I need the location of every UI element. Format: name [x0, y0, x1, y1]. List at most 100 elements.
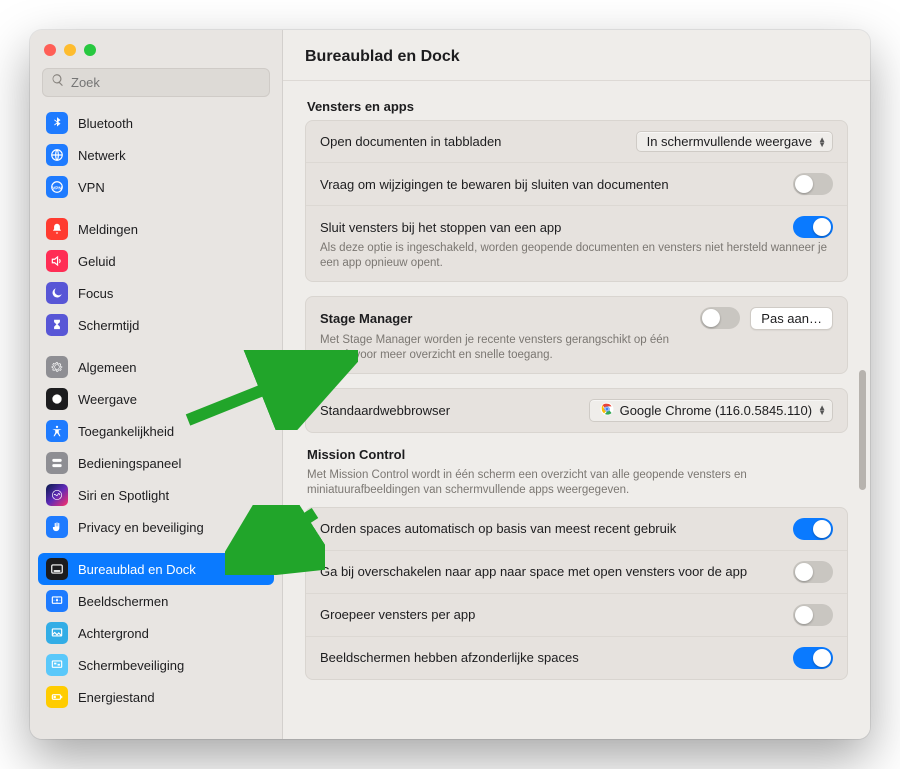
section-title-mission-control: Mission Control	[307, 447, 846, 462]
open-documents-value: In schermvullende weergave	[647, 134, 812, 149]
separate-spaces-toggle[interactable]	[793, 647, 833, 669]
open-documents-select[interactable]: In schermvullende weergave ▲▼	[636, 131, 833, 152]
moon-icon	[46, 282, 68, 304]
scrollbar-thumb[interactable]	[859, 370, 866, 490]
sidebar-item-label: Netwerk	[78, 148, 126, 163]
sidebar-item-beeldschermen[interactable]: Beeldschermen	[38, 585, 274, 617]
ask-save-toggle[interactable]	[793, 173, 833, 195]
sidebar-item-privacy-en-beveiliging[interactable]: Privacy en beveiliging	[38, 511, 274, 543]
sidebar-item-label: Achtergrond	[78, 626, 149, 641]
sidebar-item-label: Weergave	[78, 392, 137, 407]
section-desc-mission-control: Met Mission Control wordt in één scherm …	[307, 468, 846, 499]
sidebar-item-schermtijd[interactable]: Schermtijd	[38, 309, 274, 341]
sidebar-item-label: Toegankelijkheid	[78, 424, 174, 439]
switch-space-toggle[interactable]	[793, 561, 833, 583]
window-controls	[30, 30, 282, 64]
sidebar-item-netwerk[interactable]: Netwerk	[38, 139, 274, 171]
sidebar-item-weergave[interactable]: Weergave	[38, 383, 274, 415]
wallpaper-icon	[46, 622, 68, 644]
close-windows-label: Sluit vensters bij het stoppen van een a…	[320, 220, 779, 235]
row-close-windows: Sluit vensters bij het stoppen van een a…	[306, 206, 847, 281]
sidebar-item-label: Focus	[78, 286, 113, 301]
sidebar-item-focus[interactable]: Focus	[38, 277, 274, 309]
window-minimize-button[interactable]	[64, 44, 76, 56]
sidebar-item-toegankelijkheid[interactable]: Toegankelijkheid	[38, 415, 274, 447]
switch-space-label: Ga bij overschakelen naar app naar space…	[320, 564, 779, 579]
default-browser-value: Google Chrome (116.0.5845.110)	[620, 403, 812, 418]
stage-manager-customize-button[interactable]: Pas aan…	[750, 307, 833, 330]
updown-icon: ▲▼	[818, 137, 826, 147]
close-windows-sub: Als deze optie is ingeschakeld, worden g…	[320, 241, 833, 271]
siri-icon	[46, 484, 68, 506]
sidebar-item-siri-en-spotlight[interactable]: Siri en Spotlight	[38, 479, 274, 511]
sidebar-item-label: Geluid	[78, 254, 116, 269]
bell-icon	[46, 218, 68, 240]
sidebar-item-label: Schermtijd	[78, 318, 139, 333]
sidebar-item-geluid[interactable]: Geluid	[38, 245, 274, 277]
sidebar-item-vpn[interactable]: VPN VPN	[38, 171, 274, 203]
hourglass-icon	[46, 314, 68, 336]
sidebar-item-label: Beeldschermen	[78, 594, 168, 609]
sidebar-item-algemeen[interactable]: Algemeen	[38, 351, 274, 383]
sidebar-item-meldingen[interactable]: Meldingen	[38, 213, 274, 245]
sidebar-item-bedieningspaneel[interactable]: Bedieningspaneel	[38, 447, 274, 479]
close-windows-toggle[interactable]	[793, 216, 833, 238]
auto-rearrange-toggle[interactable]	[793, 518, 833, 540]
window-close-button[interactable]	[44, 44, 56, 56]
search-field[interactable]	[42, 68, 270, 97]
row-switch-space: Ga bij overschakelen naar app naar space…	[306, 551, 847, 594]
stage-manager-label: Stage Manager	[320, 311, 686, 326]
default-browser-select[interactable]: Google Chrome (116.0.5845.110) ▲▼	[589, 399, 833, 422]
stage-manager-sub: Met Stage Manager worden je recente vens…	[320, 333, 680, 363]
open-documents-label: Open documenten in tabbladen	[320, 134, 622, 149]
battery-icon	[46, 686, 68, 708]
sidebar-item-achtergrond[interactable]: Achtergrond	[38, 617, 274, 649]
panel-windows-apps: Open documenten in tabbladen In schermvu…	[305, 120, 848, 282]
content-scroll[interactable]: Vensters en apps Open documenten in tabb…	[283, 81, 870, 739]
row-stage-manager: Stage Manager Pas aan… Met Stage Manager…	[306, 297, 847, 373]
separate-spaces-label: Beeldschermen hebben afzonderlijke space…	[320, 650, 779, 665]
hand-icon	[46, 516, 68, 538]
vpn-icon: VPN	[46, 176, 68, 198]
sidebar-nav[interactable]: Bluetooth Netwerk VPN VPN Meldingen Geluid Foc…	[30, 107, 282, 739]
svg-text:VPN: VPN	[52, 185, 62, 190]
ask-save-label: Vraag om wijzigingen te bewaren bij slui…	[320, 177, 779, 192]
sidebar-item-label: VPN	[78, 180, 105, 195]
system-settings-window: Bluetooth Netwerk VPN VPN Meldingen Geluid Foc…	[30, 30, 870, 739]
row-separate-spaces: Beeldschermen hebben afzonderlijke space…	[306, 637, 847, 679]
updown-icon: ▲▼	[818, 405, 826, 415]
displays-icon	[46, 590, 68, 612]
panel-stage-manager: Stage Manager Pas aan… Met Stage Manager…	[305, 296, 848, 374]
sidebar-item-label: Bedieningspaneel	[78, 456, 181, 471]
sidebar-item-energiestand[interactable]: Energiestand	[38, 681, 274, 713]
sidebar-item-label: Meldingen	[78, 222, 138, 237]
window-fullscreen-button[interactable]	[84, 44, 96, 56]
search-input[interactable]	[71, 75, 261, 90]
sidebar-item-label: Siri en Spotlight	[78, 488, 169, 503]
default-browser-label: Standaardwebbrowser	[320, 403, 575, 418]
sidebar-item-label: Bureaublad en Dock	[78, 562, 196, 577]
sidebar-item-label: Bluetooth	[78, 116, 133, 131]
row-default-browser: Standaardwebbrowser Google Chrome (116.0…	[306, 389, 847, 432]
screensaver-icon	[46, 654, 68, 676]
gear-icon	[46, 356, 68, 378]
sidebar: Bluetooth Netwerk VPN VPN Meldingen Geluid Foc…	[30, 30, 283, 739]
speaker-icon	[46, 250, 68, 272]
sidebar-item-bluetooth[interactable]: Bluetooth	[38, 107, 274, 139]
sidebar-item-label: Algemeen	[78, 360, 137, 375]
stage-manager-toggle[interactable]	[700, 307, 740, 329]
search-icon	[51, 73, 65, 92]
row-auto-rearrange: Orden spaces automatisch op basis van me…	[306, 508, 847, 551]
auto-rearrange-label: Orden spaces automatisch op basis van me…	[320, 521, 779, 536]
controlcenter-icon	[46, 452, 68, 474]
panel-default-browser: Standaardwebbrowser Google Chrome (116.0…	[305, 388, 848, 433]
bluetooth-icon	[46, 112, 68, 134]
group-windows-toggle[interactable]	[793, 604, 833, 626]
dock-icon	[46, 558, 68, 580]
chrome-icon	[600, 402, 614, 419]
row-group-windows: Groepeer vensters per app	[306, 594, 847, 637]
panel-mission-control: Orden spaces automatisch op basis van me…	[305, 507, 848, 680]
sidebar-item-bureaublad-en-dock[interactable]: Bureaublad en Dock	[38, 553, 274, 585]
sidebar-item-schermbeveiliging[interactable]: Schermbeveiliging	[38, 649, 274, 681]
content-pane: Bureaublad en Dock Vensters en apps Open…	[283, 30, 870, 739]
